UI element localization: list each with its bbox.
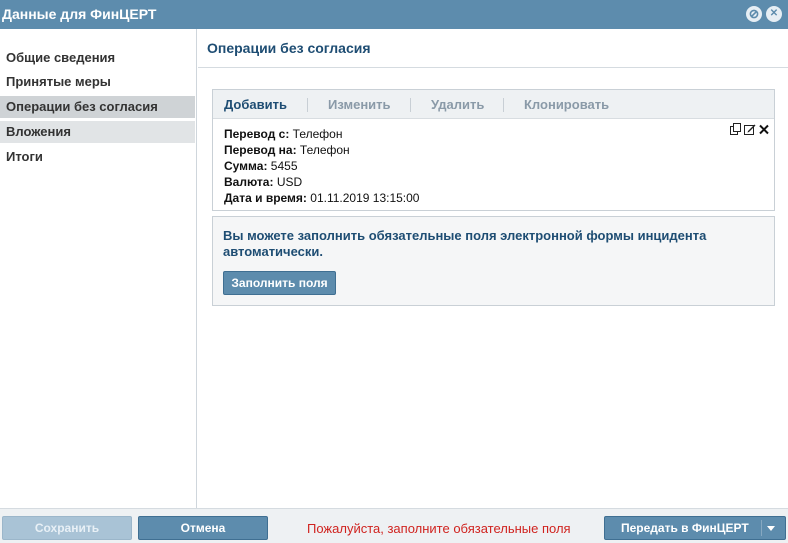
- record-line: Валюта: USD: [224, 174, 419, 190]
- record-line: Сумма: 5455: [224, 158, 419, 174]
- record-label: Дата и время:: [224, 191, 307, 205]
- window-titlebar: Данные для ФинЦЕРТ ✕: [0, 0, 788, 29]
- record-value: USD: [276, 175, 303, 189]
- window-title: Данные для ФинЦЕРТ: [2, 6, 157, 22]
- toolbar-separator: [307, 98, 308, 112]
- record-label: Валюта:: [224, 175, 274, 189]
- page-title: Операции без согласия: [207, 40, 371, 56]
- send-to-fincert-button[interactable]: Передать в ФинЦЕРТ: [604, 516, 786, 540]
- validation-message: Пожалуйста, заполните обязательные поля: [307, 521, 571, 536]
- operations-grid: Добавить Изменить Удалить Клонировать Пе…: [212, 89, 775, 211]
- delete-button[interactable]: Удалить: [431, 97, 484, 112]
- record-line: Перевод с: Телефон: [224, 126, 419, 142]
- save-button[interactable]: Сохранить: [2, 516, 132, 540]
- sidebar: Общие сведения Принятые меры Операции бе…: [0, 29, 197, 508]
- record-label: Сумма:: [224, 159, 268, 173]
- main-panel: Операции без согласия Добавить Изменить …: [198, 29, 788, 508]
- cancel-button[interactable]: Отмена: [138, 516, 268, 540]
- close-icon[interactable]: [758, 123, 770, 136]
- record-value: 01.11.2019 13:15:00: [310, 191, 420, 205]
- record-value: Телефон: [299, 143, 350, 157]
- record-value: 5455: [270, 159, 298, 173]
- record-actions: [730, 123, 770, 137]
- sidebar-item-attachments[interactable]: Вложения: [0, 121, 195, 143]
- operations-toolbar: Добавить Изменить Удалить Клонировать: [213, 90, 774, 119]
- record-line: Дата и время: 01.11.2019 13:15:00: [224, 190, 419, 206]
- pin-icon[interactable]: [746, 6, 762, 22]
- record-label: Перевод на:: [224, 143, 297, 157]
- toolbar-separator: [410, 98, 411, 112]
- sidebar-item-general[interactable]: Общие сведения: [0, 47, 195, 69]
- close-window-icon[interactable]: ✕: [766, 6, 782, 22]
- record-value: Телефон: [292, 127, 343, 141]
- autofill-message: Вы можете заполнить обязательные поля эл…: [223, 228, 707, 259]
- clone-button[interactable]: Клонировать: [524, 97, 609, 112]
- record-label: Перевод с:: [224, 127, 290, 141]
- split-separator: [761, 520, 762, 536]
- divider: [198, 67, 788, 68]
- add-button[interactable]: Добавить: [224, 97, 287, 112]
- dialog-footer: Сохранить Отмена Пожалуйста, заполните о…: [0, 508, 788, 543]
- sidebar-item-measures[interactable]: Принятые меры: [0, 71, 195, 93]
- record-line: Перевод на: Телефон: [224, 142, 419, 158]
- chevron-down-icon[interactable]: [767, 526, 775, 531]
- edit-icon[interactable]: [744, 123, 756, 136]
- sidebar-item-operations[interactable]: Операции без согласия: [0, 96, 195, 118]
- toolbar-separator: [503, 98, 504, 112]
- copy-icon[interactable]: [730, 123, 742, 136]
- edit-button[interactable]: Изменить: [328, 97, 391, 112]
- operation-record[interactable]: Перевод с: Телефон Перевод на: Телефон С…: [224, 126, 419, 206]
- sidebar-item-results[interactable]: Итоги: [0, 146, 195, 168]
- fill-fields-button[interactable]: Заполнить поля: [223, 271, 336, 295]
- autofill-panel: Вы можете заполнить обязательные поля эл…: [212, 216, 775, 306]
- send-button-label: Передать в ФинЦЕРТ: [621, 521, 749, 535]
